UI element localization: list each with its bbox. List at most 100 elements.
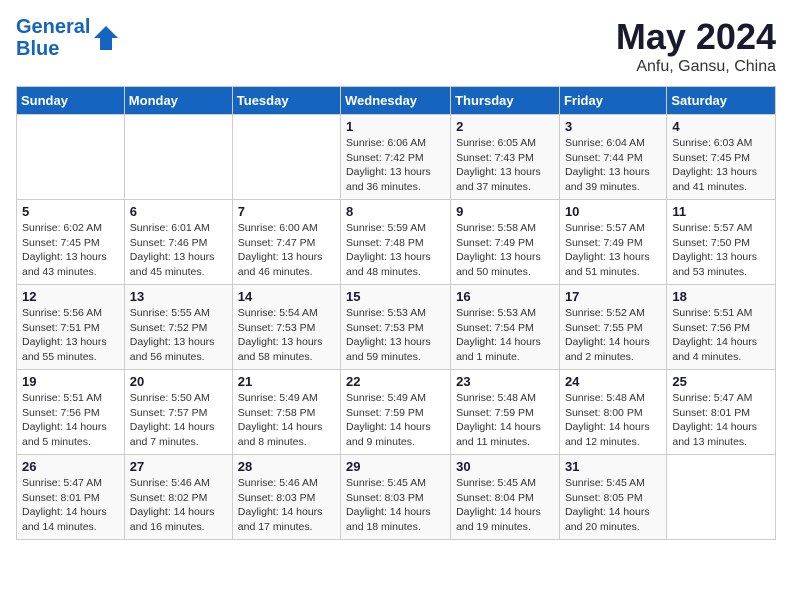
calendar-day-30: 30Sunrise: 5:45 AMSunset: 8:04 PMDayligh… <box>451 455 560 540</box>
day-info: Sunrise: 5:46 AMSunset: 8:02 PMDaylight:… <box>130 476 227 535</box>
calendar-empty-cell <box>17 115 125 200</box>
day-number: 7 <box>238 204 335 219</box>
weekday-header-monday: Monday <box>124 87 232 115</box>
weekday-header-saturday: Saturday <box>667 87 776 115</box>
weekday-row: SundayMondayTuesdayWednesdayThursdayFrid… <box>17 87 776 115</box>
day-info: Sunrise: 6:03 AMSunset: 7:45 PMDaylight:… <box>672 136 770 195</box>
day-number: 15 <box>346 289 445 304</box>
calendar-day-2: 2Sunrise: 6:05 AMSunset: 7:43 PMDaylight… <box>451 115 560 200</box>
calendar-week-row: 12 Sunrise: 5:56 AMSunset: 7:51 PMDayligh… <box>17 285 776 370</box>
calendar-table: SundayMondayTuesdayWednesdayThursdayFrid… <box>16 86 776 540</box>
day-number: 13 <box>130 289 227 304</box>
calendar-day-4: 4 Sunrise: 6:03 AMSunset: 7:45 PMDaylight… <box>667 115 776 200</box>
day-info: Sunrise: 6:00 AMSunset: 7:47 PMDaylight:… <box>238 221 335 280</box>
calendar-day-26: 26 Sunrise: 5:47 AMSunset: 8:01 PMDayligh… <box>17 455 125 540</box>
day-info: Sunrise: 5:45 AMSunset: 8:03 PMDaylight:… <box>346 476 445 535</box>
day-number: 3 <box>565 119 661 134</box>
day-number: 5 <box>22 204 119 219</box>
calendar-day-16: 16Sunrise: 5:53 AMSunset: 7:54 PMDayligh… <box>451 285 560 370</box>
day-number: 24 <box>565 374 661 389</box>
day-number: 8 <box>346 204 445 219</box>
calendar-day-6: 6Sunrise: 6:01 AMSunset: 7:46 PMDaylight… <box>124 200 232 285</box>
calendar-day-14: 14 Sunrise: 5:54 AMSunset: 7:53 PMDayligh… <box>232 285 340 370</box>
day-info: Sunrise: 5:47 AMSunset: 8:01 PMDaylight:… <box>22 476 119 535</box>
main-title: May 2024 <box>616 16 776 58</box>
day-info: Sunrise: 5:47 AMSunset: 8:01 PMDaylight:… <box>672 391 770 450</box>
day-info: Sunrise: 6:06 AMSunset: 7:42 PMDaylight:… <box>346 136 445 195</box>
day-number: 12 <box>22 289 119 304</box>
day-number: 1 <box>346 119 445 134</box>
calendar-day-13: 13 Sunrise: 5:55 AMSunset: 7:52 PMDayligh… <box>124 285 232 370</box>
calendar-day-9: 9 Sunrise: 5:58 AMSunset: 7:49 PMDaylight… <box>451 200 560 285</box>
day-number: 10 <box>565 204 661 219</box>
day-info: Sunrise: 5:48 AMSunset: 7:59 PMDaylight:… <box>456 391 554 450</box>
calendar-day-8: 8 Sunrise: 5:59 AMSunset: 7:48 PMDaylight… <box>341 200 451 285</box>
day-number: 30 <box>456 459 554 474</box>
day-info: Sunrise: 5:49 AMSunset: 7:58 PMDaylight:… <box>238 391 335 450</box>
calendar-day-28: 28Sunrise: 5:46 AMSunset: 8:03 PMDayligh… <box>232 455 340 540</box>
day-number: 23 <box>456 374 554 389</box>
day-info: Sunrise: 5:58 AMSunset: 7:49 PMDaylight:… <box>456 221 554 280</box>
day-info: Sunrise: 5:57 AMSunset: 7:50 PMDaylight:… <box>672 221 770 280</box>
calendar-day-24: 24 Sunrise: 5:48 AMSunset: 8:00 PMDayligh… <box>559 370 666 455</box>
day-info: Sunrise: 5:56 AMSunset: 7:51 PMDaylight:… <box>22 306 119 365</box>
calendar-day-25: 25 Sunrise: 5:47 AMSunset: 8:01 PMDayligh… <box>667 370 776 455</box>
day-number: 14 <box>238 289 335 304</box>
calendar-body: 1 Sunrise: 6:06 AMSunset: 7:42 PMDaylight… <box>17 115 776 540</box>
calendar-day-18: 18Sunrise: 5:51 AMSunset: 7:56 PMDayligh… <box>667 285 776 370</box>
weekday-header-tuesday: Tuesday <box>232 87 340 115</box>
day-info: Sunrise: 5:51 AMSunset: 7:56 PMDaylight:… <box>672 306 770 365</box>
calendar-day-1: 1 Sunrise: 6:06 AMSunset: 7:42 PMDaylight… <box>341 115 451 200</box>
calendar-week-row: 1 Sunrise: 6:06 AMSunset: 7:42 PMDaylight… <box>17 115 776 200</box>
day-number: 6 <box>130 204 227 219</box>
calendar-day-7: 7 Sunrise: 6:00 AMSunset: 7:47 PMDaylight… <box>232 200 340 285</box>
calendar-day-21: 21 Sunrise: 5:49 AMSunset: 7:58 PMDayligh… <box>232 370 340 455</box>
calendar-day-12: 12 Sunrise: 5:56 AMSunset: 7:51 PMDayligh… <box>17 285 125 370</box>
page-header: General Blue May 2024 Anfu, Gansu, China <box>16 16 776 76</box>
calendar-day-27: 27 Sunrise: 5:46 AMSunset: 8:02 PMDayligh… <box>124 455 232 540</box>
calendar-day-17: 17 Sunrise: 5:52 AMSunset: 7:55 PMDayligh… <box>559 285 666 370</box>
title-block: May 2024 Anfu, Gansu, China <box>616 16 776 76</box>
day-number: 22 <box>346 374 445 389</box>
day-info: Sunrise: 6:02 AMSunset: 7:45 PMDaylight:… <box>22 221 119 280</box>
calendar-day-5: 5 Sunrise: 6:02 AMSunset: 7:45 PMDaylight… <box>17 200 125 285</box>
day-info: Sunrise: 5:45 AMSunset: 8:05 PMDaylight:… <box>565 476 661 535</box>
day-info: Sunrise: 5:53 AMSunset: 7:53 PMDaylight:… <box>346 306 445 365</box>
calendar-day-22: 22Sunrise: 5:49 AMSunset: 7:59 PMDayligh… <box>341 370 451 455</box>
calendar-day-15: 15 Sunrise: 5:53 AMSunset: 7:53 PMDayligh… <box>341 285 451 370</box>
day-info: Sunrise: 6:04 AMSunset: 7:44 PMDaylight:… <box>565 136 661 195</box>
day-number: 26 <box>22 459 119 474</box>
subtitle: Anfu, Gansu, China <box>616 58 776 76</box>
day-number: 2 <box>456 119 554 134</box>
day-info: Sunrise: 5:55 AMSunset: 7:52 PMDaylight:… <box>130 306 227 365</box>
day-number: 20 <box>130 374 227 389</box>
logo-icon <box>92 24 120 52</box>
day-number: 29 <box>346 459 445 474</box>
day-info: Sunrise: 5:48 AMSunset: 8:00 PMDaylight:… <box>565 391 661 450</box>
day-number: 11 <box>672 204 770 219</box>
day-info: Sunrise: 5:54 AMSunset: 7:53 PMDaylight:… <box>238 306 335 365</box>
calendar-day-11: 11 Sunrise: 5:57 AMSunset: 7:50 PMDayligh… <box>667 200 776 285</box>
weekday-header-friday: Friday <box>559 87 666 115</box>
calendar-empty-cell <box>232 115 340 200</box>
calendar-empty-cell <box>667 455 776 540</box>
calendar-day-3: 3 Sunrise: 6:04 AMSunset: 7:44 PMDaylight… <box>559 115 666 200</box>
day-info: Sunrise: 5:59 AMSunset: 7:48 PMDaylight:… <box>346 221 445 280</box>
day-number: 4 <box>672 119 770 134</box>
day-number: 27 <box>130 459 227 474</box>
calendar-day-23: 23 Sunrise: 5:48 AMSunset: 7:59 PMDayligh… <box>451 370 560 455</box>
day-info: Sunrise: 5:57 AMSunset: 7:49 PMDaylight:… <box>565 221 661 280</box>
calendar-day-20: 20Sunrise: 5:50 AMSunset: 7:57 PMDayligh… <box>124 370 232 455</box>
calendar-day-31: 31Sunrise: 5:45 AMSunset: 8:05 PMDayligh… <box>559 455 666 540</box>
day-number: 9 <box>456 204 554 219</box>
logo-text: General Blue <box>16 16 90 60</box>
day-number: 21 <box>238 374 335 389</box>
day-number: 25 <box>672 374 770 389</box>
day-info: Sunrise: 5:51 AMSunset: 7:56 PMDaylight:… <box>22 391 119 450</box>
day-number: 28 <box>238 459 335 474</box>
day-number: 17 <box>565 289 661 304</box>
calendar-week-row: 5 Sunrise: 6:02 AMSunset: 7:45 PMDaylight… <box>17 200 776 285</box>
calendar-week-row: 26 Sunrise: 5:47 AMSunset: 8:01 PMDayligh… <box>17 455 776 540</box>
day-info: Sunrise: 5:52 AMSunset: 7:55 PMDaylight:… <box>565 306 661 365</box>
weekday-header-thursday: Thursday <box>451 87 560 115</box>
